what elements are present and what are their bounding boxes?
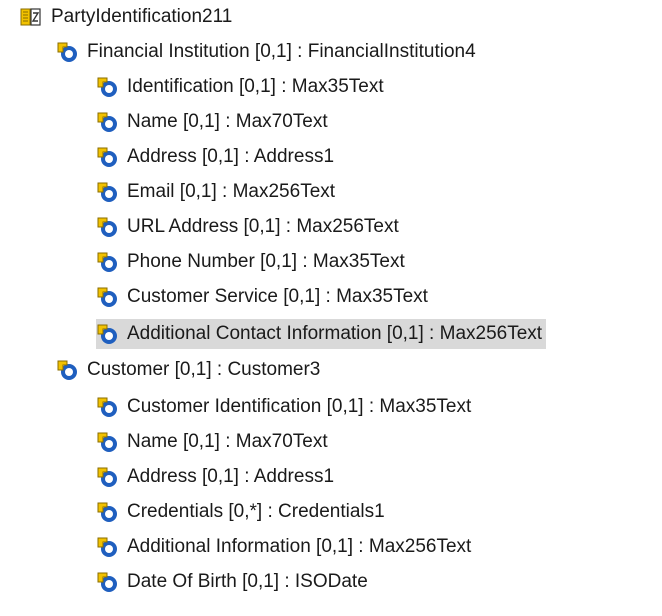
element-icon (96, 396, 118, 418)
tree-leaf-phone-number[interactable]: Phone Number [0,1] : Max35Text (96, 247, 405, 277)
element-icon (96, 251, 118, 273)
tree-leaf-name[interactable]: Name [0,1] : Max70Text (96, 107, 328, 137)
element-icon (96, 216, 118, 238)
tree-node-label: URL Address [0,1] : Max256Text (127, 216, 399, 237)
element-icon (96, 181, 118, 203)
tree-leaf-address[interactable]: Address [0,1] : Address1 (96, 462, 334, 492)
schema-type-icon (20, 6, 42, 28)
tree-node-label: Financial Institution [0,1] : FinancialI… (87, 41, 476, 62)
tree-node-label: Address [0,1] : Address1 (127, 146, 335, 167)
tree-node-label: Additional Contact Information [0,1] : M… (127, 323, 543, 344)
element-icon (96, 571, 118, 593)
tree-node-label: Identification [0,1] : Max35Text (127, 76, 384, 97)
tree-leaf-date-of-birth[interactable]: Date Of Birth [0,1] : ISODate (96, 567, 368, 597)
tree-node-label: Phone Number [0,1] : Max35Text (127, 251, 405, 272)
element-icon (96, 536, 118, 558)
element-icon (96, 76, 118, 98)
tree-node-label: Customer [0,1] : Customer3 (87, 359, 321, 380)
element-icon (96, 501, 118, 523)
tree-root-node[interactable]: PartyIdentification211 (20, 2, 232, 32)
element-icon (96, 286, 118, 308)
tree-leaf-url-address[interactable]: URL Address [0,1] : Max256Text (96, 212, 399, 242)
tree-node-label: Customer Identification [0,1] : Max35Tex… (127, 396, 472, 417)
element-icon (96, 323, 118, 345)
tree-leaf-address[interactable]: Address [0,1] : Address1 (96, 142, 334, 172)
tree-node-label: Name [0,1] : Max70Text (127, 111, 328, 132)
tree-node-financial-institution[interactable]: Financial Institution [0,1] : FinancialI… (56, 37, 476, 67)
element-icon (56, 41, 78, 63)
tree-leaf-customer-identification[interactable]: Customer Identification [0,1] : Max35Tex… (96, 392, 471, 422)
element-icon (96, 111, 118, 133)
element-icon (96, 466, 118, 488)
tree-node-label: Customer Service [0,1] : Max35Text (127, 286, 428, 307)
element-icon (56, 359, 78, 381)
element-icon (96, 146, 118, 168)
tree-node-label: Email [0,1] : Max256Text (127, 181, 336, 202)
tree-view: PartyIdentification211 Financial Institu… (0, 0, 662, 616)
tree-node-label: Credentials [0,*] : Credentials1 (127, 501, 385, 522)
tree-node-label: Date Of Birth [0,1] : ISODate (127, 571, 368, 592)
tree-leaf-credentials[interactable]: Credentials [0,*] : Credentials1 (96, 497, 385, 527)
tree-node-label: Name [0,1] : Max70Text (127, 431, 328, 452)
tree-leaf-name[interactable]: Name [0,1] : Max70Text (96, 427, 328, 457)
tree-node-label: Address [0,1] : Address1 (127, 466, 335, 487)
tree-leaf-customer-service[interactable]: Customer Service [0,1] : Max35Text (96, 282, 428, 312)
tree-node-label: PartyIdentification211 (51, 6, 233, 27)
tree-leaf-additional-contact-information[interactable]: Additional Contact Information [0,1] : M… (96, 319, 547, 349)
element-icon (96, 431, 118, 453)
tree-node-customer[interactable]: Customer [0,1] : Customer3 (56, 355, 320, 385)
tree-node-label: Additional Information [0,1] : Max256Tex… (127, 536, 472, 557)
tree-leaf-identification[interactable]: Identification [0,1] : Max35Text (96, 72, 384, 102)
tree-leaf-additional-information[interactable]: Additional Information [0,1] : Max256Tex… (96, 532, 471, 562)
tree-leaf-email[interactable]: Email [0,1] : Max256Text (96, 177, 335, 207)
